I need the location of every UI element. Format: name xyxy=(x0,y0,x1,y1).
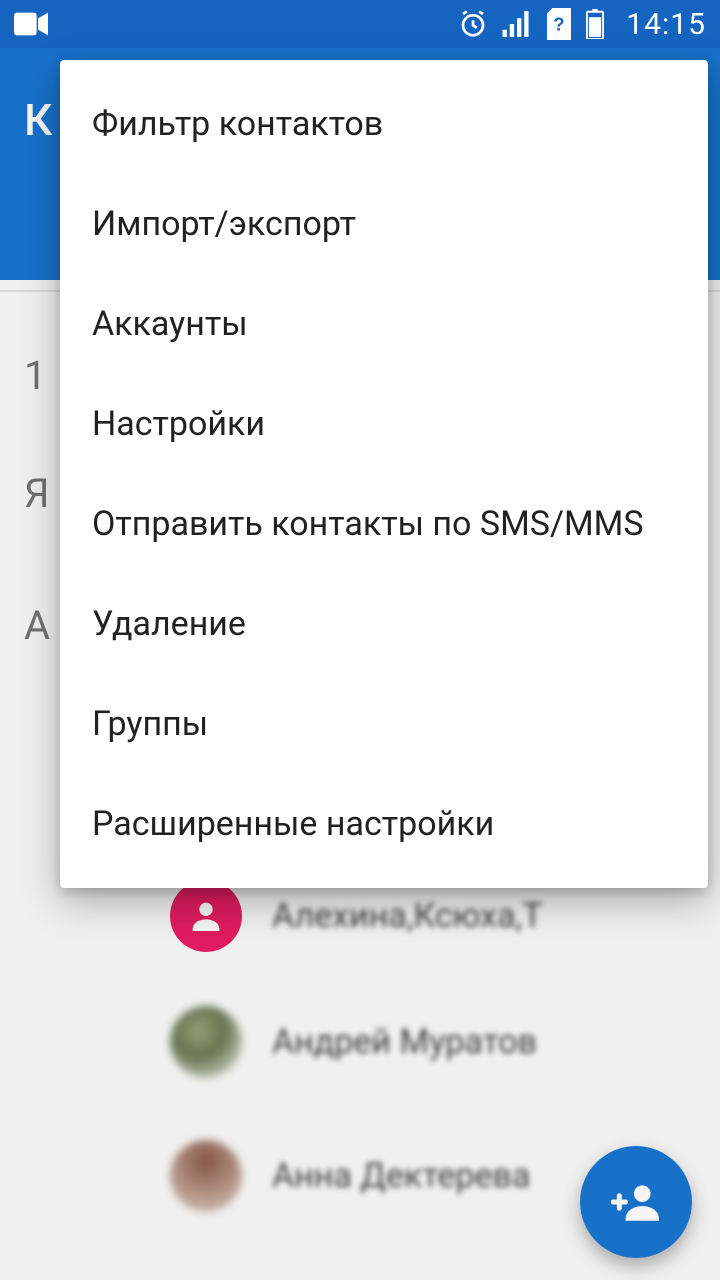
svg-text:?: ? xyxy=(554,14,565,35)
battery-icon xyxy=(586,9,604,39)
status-bar: ? 14:15 xyxy=(0,0,720,48)
status-time: 14:15 xyxy=(626,7,706,42)
overflow-menu: Фильтр контактов Импорт/экспорт Аккаунты… xyxy=(60,60,708,888)
status-right: ? 14:15 xyxy=(458,7,706,42)
menu-item-settings[interactable]: Настройки xyxy=(60,374,708,474)
videocam-icon xyxy=(14,12,48,36)
status-left xyxy=(14,12,48,36)
menu-item-advanced-settings[interactable]: Расширенные настройки xyxy=(60,774,708,874)
menu-item-delete[interactable]: Удаление xyxy=(60,574,708,674)
signal-icon xyxy=(502,11,532,37)
menu-item-filter-contacts[interactable]: Фильтр контактов xyxy=(60,74,708,174)
menu-item-send-sms-mms[interactable]: Отправить контакты по SMS/MMS xyxy=(60,474,708,574)
menu-item-groups[interactable]: Группы xyxy=(60,674,708,774)
menu-item-import-export[interactable]: Импорт/экспорт xyxy=(60,174,708,274)
menu-item-accounts[interactable]: Аккаунты xyxy=(60,274,708,374)
sim-unknown-icon: ? xyxy=(546,8,572,40)
alarm-icon xyxy=(458,9,488,39)
